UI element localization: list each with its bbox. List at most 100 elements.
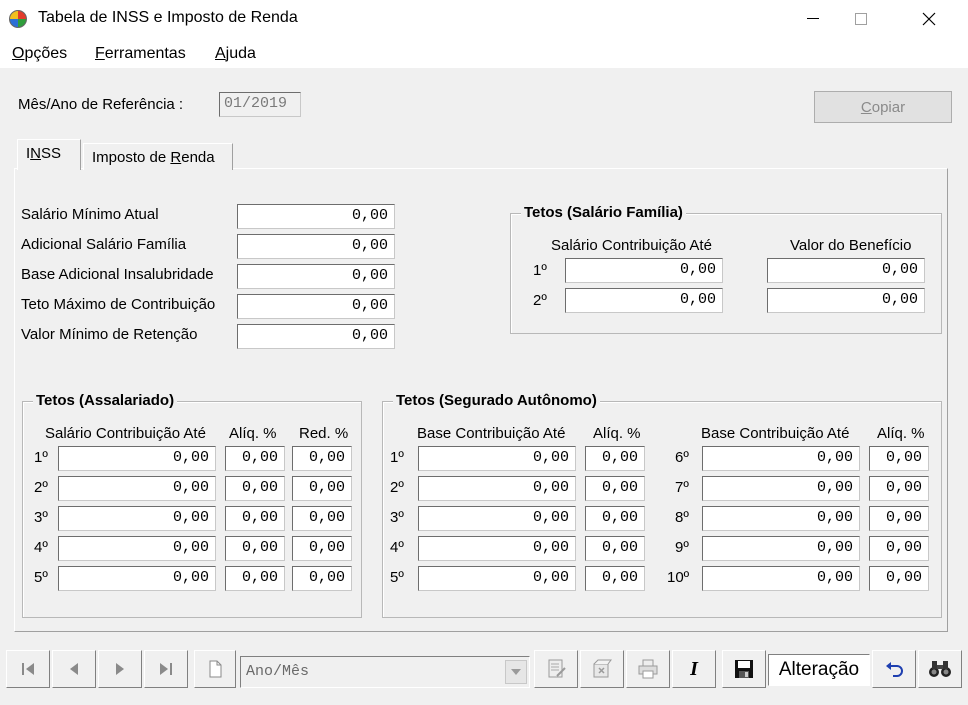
edit-document-icon [548,659,566,678]
assalariado-ord-1: 1º [34,449,48,466]
autonomo-base-6[interactable]: 0,00 [702,446,860,471]
assalariado-salario-1[interactable]: 0,00 [58,446,216,471]
group-salario-familia-title: Tetos (Salário Família) [521,204,686,221]
field-adicional-salario-familia[interactable]: 0,00 [237,234,395,259]
close-icon [922,12,936,26]
autonomo-ord-7: 7º [675,479,689,496]
assalariado-aliq-5[interactable]: 0,00 [225,566,285,591]
label-salario-minimo: Salário Mínimo Atual [21,206,159,223]
status-indicator: Alteração [768,654,870,686]
close-button[interactable] [906,0,952,38]
autonomo-aliq-1[interactable]: 0,00 [585,446,645,471]
autonomo-base-2[interactable]: 0,00 [418,476,576,501]
group-autonomo-title: Tetos (Segurado Autônomo) [393,392,600,409]
assalariado-aliq-2[interactable]: 0,00 [225,476,285,501]
new-document-icon [209,660,222,678]
autonomo-aliq-3[interactable]: 0,00 [585,506,645,531]
assalariado-salario-5[interactable]: 0,00 [58,566,216,591]
autonomo-base-9[interactable]: 0,00 [702,536,860,561]
dropdown-arrow-icon [511,669,521,675]
family-beneficio-2[interactable]: 0,00 [767,288,925,313]
autonomo-base-3[interactable]: 0,00 [418,506,576,531]
menu-ajuda[interactable]: Ajuda [215,45,256,63]
family-ord-2: 2º [533,292,547,309]
label-teto-maximo: Teto Máximo de Contribuição [21,296,216,313]
save-button[interactable] [722,650,766,688]
autonomo-aliq-7[interactable]: 0,00 [869,476,929,501]
app-icon [9,10,27,28]
group-assalariado-title: Tetos (Assalariado) [33,392,178,409]
autonomo-aliq-8[interactable]: 0,00 [869,506,929,531]
copy-button[interactable]: Copiar [814,91,952,123]
delete-button[interactable] [580,650,624,688]
field-base-adicional-insalubridade[interactable]: 0,00 [237,264,395,289]
autonomo-ord-10: 10º [667,569,690,586]
last-record-button[interactable] [144,650,188,688]
window-title: Tabela de INSS e Imposto de Renda [38,9,298,26]
last-record-icon [160,663,172,675]
assalariado-col-aliq: Alíq. % [229,425,277,442]
autonomo-ord-3: 3º [390,509,404,526]
assalariado-aliq-1[interactable]: 0,00 [225,446,285,471]
reference-label: Mês/Ano de Referência : [18,96,184,113]
autonomo-aliq-10[interactable]: 0,00 [869,566,929,591]
autonomo-aliq-4[interactable]: 0,00 [585,536,645,561]
delete-icon [593,659,612,678]
maximize-button[interactable] [838,0,884,38]
menu-ferramentas[interactable]: Ferramentas [95,45,186,63]
title-bar: Tabela de INSS e Imposto de Renda [0,0,968,38]
minimize-icon [807,18,819,19]
undo-button[interactable] [872,650,916,688]
autonomo-ord-5: 5º [390,569,404,586]
autonomo-aliq-2[interactable]: 0,00 [585,476,645,501]
assalariado-salario-4[interactable]: 0,00 [58,536,216,561]
field-valor-minimo-retencao[interactable]: 0,00 [237,324,395,349]
autonomo-aliq-5[interactable]: 0,00 [585,566,645,591]
autonomo-aliq-9[interactable]: 0,00 [869,536,929,561]
tab-inss[interactable]: INSS [17,139,81,170]
assalariado-col-red: Red. % [299,425,349,442]
assalariado-red-1[interactable]: 0,00 [292,446,352,471]
year-month-combo-value: Ano/Mês [246,663,310,680]
autonomo-base-1[interactable]: 0,00 [418,446,576,471]
assalariado-red-4[interactable]: 0,00 [292,536,352,561]
family-salario-2[interactable]: 0,00 [565,288,723,313]
italic-button[interactable]: I [672,650,716,688]
assalariado-aliq-4[interactable]: 0,00 [225,536,285,561]
assalariado-salario-3[interactable]: 0,00 [58,506,216,531]
field-teto-maximo[interactable]: 0,00 [237,294,395,319]
family-col-salario: Salário Contribuição Até [551,237,712,254]
autonomo-base-8[interactable]: 0,00 [702,506,860,531]
year-month-combo[interactable]: Ano/Mês [240,656,530,688]
assalariado-red-5[interactable]: 0,00 [292,566,352,591]
autonomo-base-4[interactable]: 0,00 [418,536,576,561]
first-record-button[interactable] [6,650,50,688]
print-button[interactable] [626,650,670,688]
autonomo-col-base-right: Base Contribuição Até [701,425,850,442]
assalariado-ord-3: 3º [34,509,48,526]
first-record-icon [22,663,34,675]
tab-imposto-de-renda[interactable]: Imposto de Renda [83,143,233,170]
next-record-button[interactable] [98,650,142,688]
new-document-button[interactable] [194,650,236,688]
menu-opcoes[interactable]: Opções [12,45,67,63]
next-record-icon [116,663,124,675]
autonomo-base-10[interactable]: 0,00 [702,566,860,591]
assalariado-salario-2[interactable]: 0,00 [58,476,216,501]
field-salario-minimo[interactable]: 0,00 [237,204,395,229]
autonomo-aliq-6[interactable]: 0,00 [869,446,929,471]
family-beneficio-1[interactable]: 0,00 [767,258,925,283]
assalariado-red-3[interactable]: 0,00 [292,506,352,531]
autonomo-col-aliq-left: Alíq. % [593,425,641,442]
assalariado-aliq-3[interactable]: 0,00 [225,506,285,531]
family-salario-1[interactable]: 0,00 [565,258,723,283]
autonomo-base-7[interactable]: 0,00 [702,476,860,501]
edit-document-button[interactable] [534,650,578,688]
autonomo-ord-4: 4º [390,539,404,556]
combo-dropdown-button[interactable] [505,660,527,684]
search-button[interactable] [918,650,962,688]
minimize-button[interactable] [790,0,836,38]
prev-record-button[interactable] [52,650,96,688]
assalariado-red-2[interactable]: 0,00 [292,476,352,501]
autonomo-base-5[interactable]: 0,00 [418,566,576,591]
